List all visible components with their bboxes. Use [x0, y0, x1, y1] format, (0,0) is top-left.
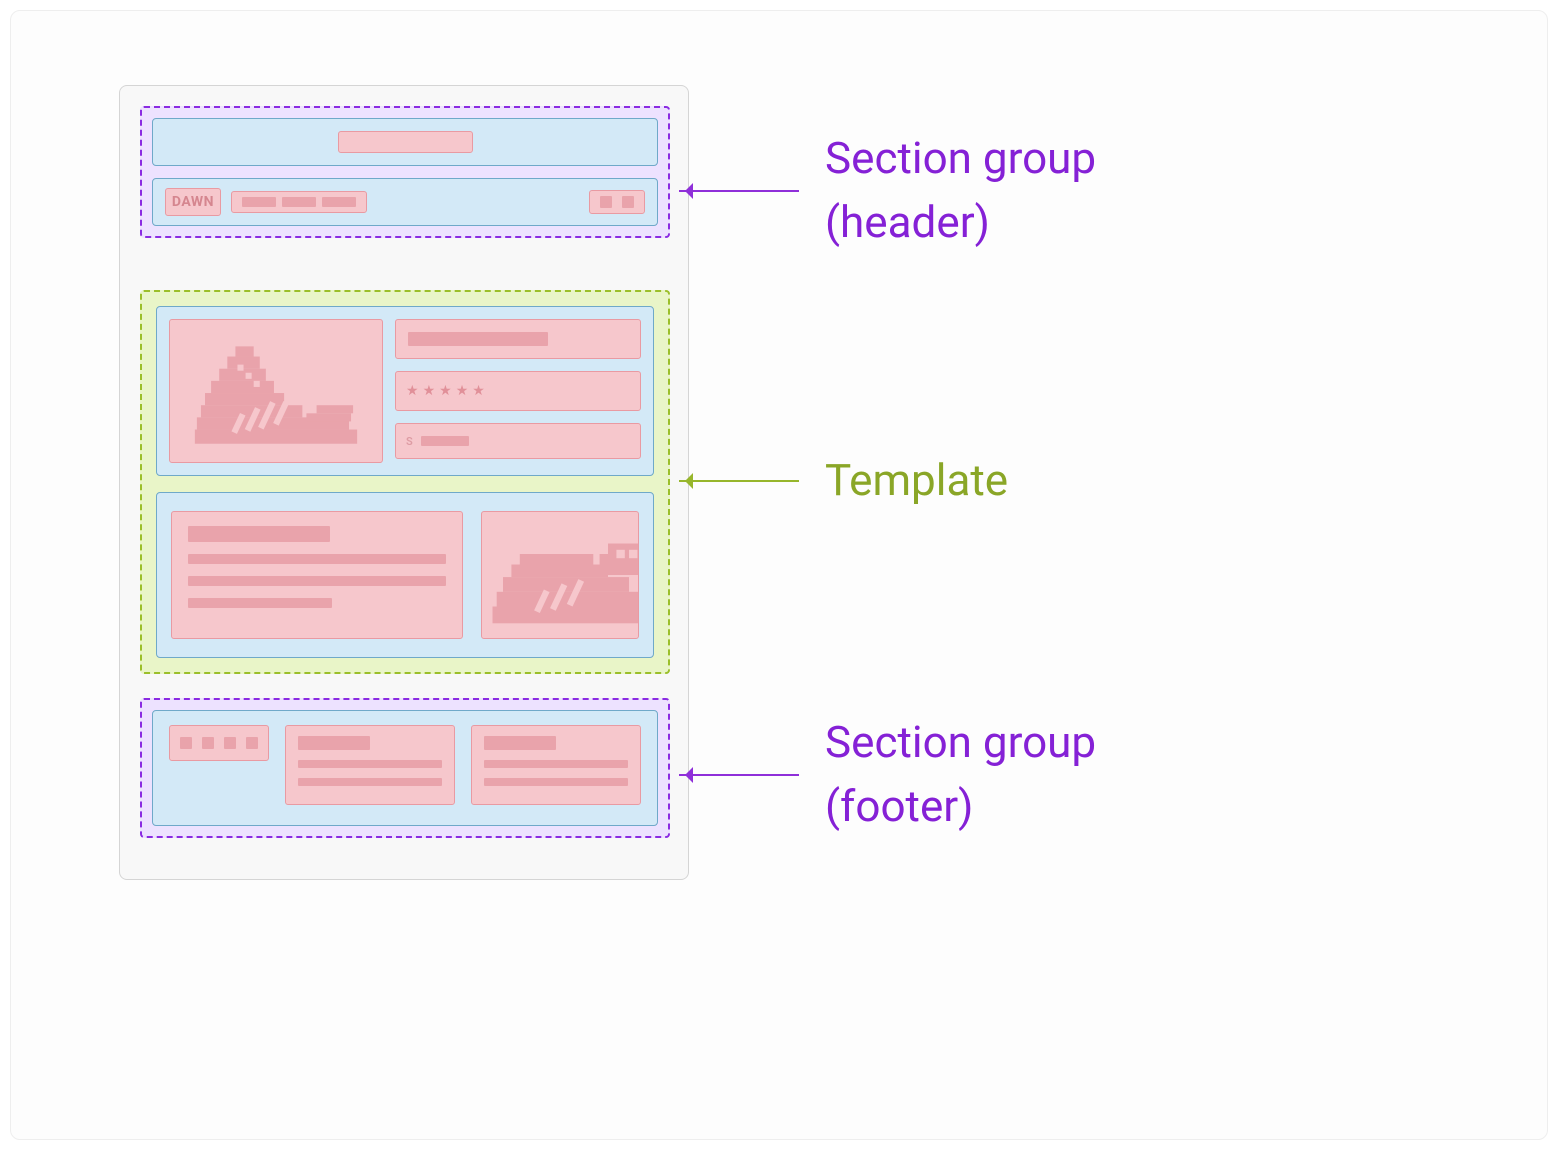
callout-footer: Section group (footer)	[679, 711, 1096, 839]
shoe-icon	[170, 320, 382, 462]
shoe-icon	[482, 512, 638, 638]
social-icon-placeholder	[180, 737, 192, 749]
star-icon: ★	[423, 384, 436, 398]
social-icon-placeholder	[202, 737, 214, 749]
header-icons-block	[589, 190, 645, 214]
product-rating-block: ★ ★ ★ ★ ★	[395, 371, 641, 411]
text-placeholder	[421, 436, 469, 446]
product-price-block: S	[395, 423, 641, 459]
callout-footer-label: Section group (footer)	[825, 711, 1096, 839]
text-line-placeholder	[188, 598, 332, 608]
text-line-placeholder	[484, 760, 628, 768]
header-nav-section: DAWN	[152, 178, 658, 226]
callout-header-label: Section group (header)	[825, 127, 1096, 255]
star-icon: ★	[472, 384, 485, 398]
callout-template: Template	[679, 449, 1008, 513]
section-group-header: DAWN	[140, 106, 670, 238]
text-line-placeholder	[188, 554, 446, 564]
menu-item-placeholder	[322, 197, 356, 207]
content-section	[156, 492, 654, 658]
footer-section	[152, 710, 658, 826]
arrow-left-icon	[679, 480, 799, 482]
product-image-block	[169, 319, 383, 463]
diagram-canvas: DAWN	[10, 10, 1548, 1140]
social-icon-placeholder	[246, 737, 258, 749]
section-group-footer	[140, 698, 670, 838]
footer-column-block	[471, 725, 641, 805]
page-frame: DAWN	[119, 85, 689, 880]
text-line-placeholder	[298, 760, 442, 768]
callout-header: Section group (header)	[679, 127, 1096, 255]
text-line-placeholder	[298, 778, 442, 786]
callout-template-label: Template	[825, 449, 1008, 513]
text-placeholder	[408, 332, 548, 346]
arrow-left-icon	[679, 190, 799, 192]
logo-block: DAWN	[165, 188, 221, 216]
product-title-block	[395, 319, 641, 359]
heading-placeholder	[188, 526, 330, 542]
announcement-text-block	[338, 131, 473, 153]
menu-item-placeholder	[242, 197, 276, 207]
star-icon: ★	[439, 384, 452, 398]
star-icon: ★	[406, 384, 419, 398]
menu-block	[231, 191, 367, 213]
content-text-block	[171, 511, 463, 639]
header-icon-placeholder	[600, 196, 612, 208]
text-line-placeholder	[188, 576, 446, 586]
menu-item-placeholder	[282, 197, 316, 207]
social-icons-block	[169, 725, 269, 761]
content-image-block	[481, 511, 639, 639]
heading-placeholder	[484, 736, 556, 750]
header-icon-placeholder	[622, 196, 634, 208]
announcement-bar-section	[152, 118, 658, 166]
heading-placeholder	[298, 736, 370, 750]
arrow-left-icon	[679, 774, 799, 776]
text-line-placeholder	[484, 778, 628, 786]
footer-column-block	[285, 725, 455, 805]
product-info-column: ★ ★ ★ ★ ★ S	[395, 319, 641, 463]
star-icon: ★	[456, 384, 469, 398]
price-prefix: S	[406, 435, 413, 448]
social-icon-placeholder	[224, 737, 236, 749]
template-group: ★ ★ ★ ★ ★ S	[140, 290, 670, 674]
product-section: ★ ★ ★ ★ ★ S	[156, 306, 654, 476]
